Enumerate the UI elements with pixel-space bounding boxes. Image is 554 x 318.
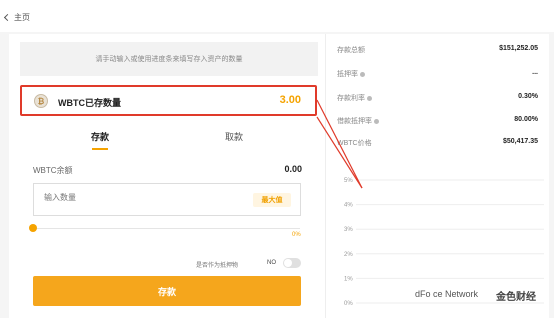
watermark-part: dFo bbox=[415, 289, 431, 299]
tab-active-indicator bbox=[92, 148, 108, 150]
instruction-hint: 请手动输入或使用进度条来填写存入资产的数量 bbox=[20, 42, 318, 76]
back-link[interactable]: 主页 bbox=[3, 12, 30, 23]
amount-input-container: 最大值 bbox=[33, 183, 301, 216]
info-icon[interactable] bbox=[374, 118, 379, 124]
deposit-submit-button[interactable]: 存款 bbox=[33, 276, 301, 306]
slider-percent: 0% bbox=[292, 232, 301, 238]
stat-collateral-ratio-label: 抵押率 bbox=[337, 69, 365, 79]
chart-y-tick-label: 5% bbox=[344, 178, 353, 184]
info-icon[interactable] bbox=[367, 95, 372, 101]
stat-borrow-ratio-label: 借款抵押率 bbox=[337, 116, 379, 126]
stat-label-text: 存款总额 bbox=[337, 47, 365, 54]
balance-value: 0.00 bbox=[284, 164, 302, 174]
stat-price-label: WBTC价格 bbox=[337, 138, 372, 148]
tab-withdraw[interactable]: 取款 bbox=[225, 130, 243, 143]
amount-slider-track[interactable] bbox=[33, 228, 300, 229]
stat-label-text: 借款抵押率 bbox=[337, 118, 372, 125]
stat-label-text: 抵押率 bbox=[337, 71, 358, 78]
top-bar: 主页 bbox=[0, 0, 554, 32]
panel-divider bbox=[325, 34, 326, 318]
stat-label-text: WBTC价格 bbox=[337, 140, 372, 147]
deposited-amount-label: WBTC已存数量 bbox=[58, 98, 121, 108]
chart-y-tick-label: 0% bbox=[344, 301, 353, 307]
stat-label-text: 存款利率 bbox=[337, 95, 365, 102]
stat-collateral-ratio-value: ... bbox=[532, 69, 538, 76]
chart-y-tick-label: 4% bbox=[344, 203, 353, 209]
back-label: 主页 bbox=[14, 13, 30, 22]
max-button[interactable]: 最大值 bbox=[253, 193, 291, 207]
deposited-amount-box: ₿ WBTC已存数量 3.00 bbox=[20, 85, 317, 116]
balance-label: WBTC余额 bbox=[33, 166, 73, 175]
chart-y-tick-label: 1% bbox=[344, 276, 353, 282]
chart-y-tick-label: 3% bbox=[344, 227, 353, 233]
stat-price-value: $50,417.35 bbox=[502, 138, 538, 145]
stat-deposit-rate-label: 存款利率 bbox=[337, 93, 372, 103]
watermark-part: ce Network bbox=[433, 289, 479, 299]
bitcoin-icon: ₿ bbox=[34, 94, 48, 108]
toggle-knob bbox=[284, 259, 292, 267]
amount-input[interactable] bbox=[44, 193, 244, 202]
stat-total-deposit-label: 存款总额 bbox=[337, 45, 365, 55]
deposited-amount-value: 3.00 bbox=[279, 94, 301, 106]
chevron-left-icon bbox=[3, 13, 12, 22]
stat-deposit-rate-value: 0.30% bbox=[518, 93, 538, 100]
stat-total-deposit-value: $151,252.05 bbox=[499, 45, 538, 52]
tab-deposit[interactable]: 存款 bbox=[91, 130, 109, 143]
collateral-state: NO bbox=[267, 260, 276, 266]
amount-slider-handle[interactable] bbox=[29, 224, 37, 232]
chart-y-tick-label: 2% bbox=[344, 252, 353, 258]
info-icon[interactable] bbox=[360, 71, 365, 77]
watermark-text: dFo ce Network bbox=[415, 289, 478, 299]
collateral-toggle[interactable] bbox=[283, 258, 301, 268]
stat-borrow-ratio-value: 80.00% bbox=[514, 116, 538, 123]
watermark-logo: 金色财经 bbox=[496, 292, 536, 303]
collateral-label: 是否作为抵押物 bbox=[196, 263, 239, 269]
